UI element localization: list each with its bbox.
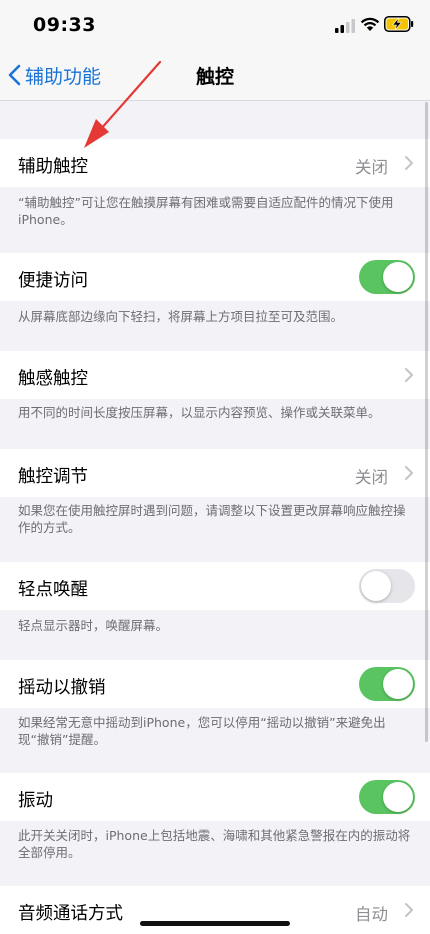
battery-charging-icon	[384, 16, 414, 32]
toggle-knob	[383, 262, 413, 292]
reachability-footer: 从屏幕底部边缘向下轻扫，将屏幕上方项目拉至可及范围。	[18, 309, 344, 324]
touch-accommodations-label: 触控调节	[18, 467, 88, 487]
chevron-right-icon	[405, 903, 413, 917]
touch-accommodations-value: 关闭	[355, 468, 388, 487]
toggle-knob	[383, 782, 413, 812]
vibration-toggle[interactable]	[359, 780, 415, 814]
signal-icon	[335, 19, 355, 33]
shake-to-undo-footer: 如果经常无意中摇动到iPhone，您可以停用“摇动以撤销”来避免出现“撤销”提醒…	[18, 715, 386, 747]
vibration-footer: 此开关关闭时，iPhone上包括地震、海啸和其他紧急警报在内的振动将全部停用。	[18, 828, 411, 860]
assistive-touch-label: 辅助触控	[18, 157, 88, 177]
call-audio-routing-group: 音频通话方式 自动	[0, 886, 430, 934]
tap-to-wake-row: 轻点唤醒	[0, 562, 430, 610]
status-time: 09:33	[33, 14, 96, 36]
tap-to-wake-footer: 轻点显示器时，唤醒屏幕。	[18, 618, 169, 633]
chevron-right-icon	[405, 368, 413, 382]
vibration-row: 振动	[0, 773, 430, 821]
assistive-touch-group: 辅助触控 关闭	[0, 139, 430, 187]
vibration-label: 振动	[18, 791, 53, 811]
haptic-touch-footer: 用不同的时间长度按压屏幕，以显示内容预览、操作或关联菜单。	[18, 405, 381, 420]
call-audio-routing-label: 音频通话方式	[18, 904, 123, 924]
shake-to-undo-group: 摇动以撤销	[0, 660, 430, 708]
assistive-touch-row[interactable]: 辅助触控 关闭	[0, 139, 430, 187]
tap-to-wake-toggle[interactable]	[359, 569, 415, 603]
toggle-knob	[383, 669, 413, 699]
chevron-right-icon	[405, 466, 413, 480]
shake-to-undo-toggle[interactable]	[359, 667, 415, 701]
page-title: 触控	[195, 66, 234, 88]
reachability-group: 便捷访问	[0, 253, 430, 301]
status-bar: 09:33	[0, 0, 430, 50]
shake-to-undo-row: 摇动以撤销	[0, 660, 430, 708]
vibration-group: 振动	[0, 773, 430, 821]
haptic-touch-label: 触感触控	[18, 369, 88, 389]
reachability-toggle[interactable]	[359, 260, 415, 294]
call-audio-routing-row[interactable]: 音频通话方式 自动	[0, 886, 430, 934]
reachability-label: 便捷访问	[18, 271, 88, 291]
chevron-right-icon	[405, 156, 413, 170]
toggle-knob	[361, 571, 391, 601]
tap-to-wake-group: 轻点唤醒	[0, 562, 430, 610]
assistive-touch-footer: “辅助触控”可让您在触摸屏幕有困难或需要自适应配件的情况下使用iPhone。	[18, 195, 394, 227]
touch-accommodations-group: 触控调节 关闭	[0, 449, 430, 497]
tap-to-wake-label: 轻点唤醒	[18, 580, 88, 600]
haptic-touch-row[interactable]: 触感触控	[0, 351, 430, 399]
home-indicator[interactable]	[140, 921, 290, 926]
scrollbar[interactable]	[425, 102, 428, 742]
touch-accommodations-row[interactable]: 触控调节 关闭	[0, 449, 430, 497]
navigation-bar: 辅助功能 触控	[0, 50, 430, 101]
touch-accommodations-footer: 如果您在使用触控屏时遇到问题，请调整以下设置更改屏幕响应触控操作的方式。	[18, 503, 406, 535]
shake-to-undo-label: 摇动以撤销	[18, 678, 106, 698]
haptic-touch-group: 触感触控	[0, 351, 430, 399]
reachability-row: 便捷访问	[0, 253, 430, 301]
assistive-touch-value: 关闭	[355, 158, 388, 177]
wifi-icon	[360, 17, 380, 31]
call-audio-routing-value: 自动	[355, 905, 388, 924]
